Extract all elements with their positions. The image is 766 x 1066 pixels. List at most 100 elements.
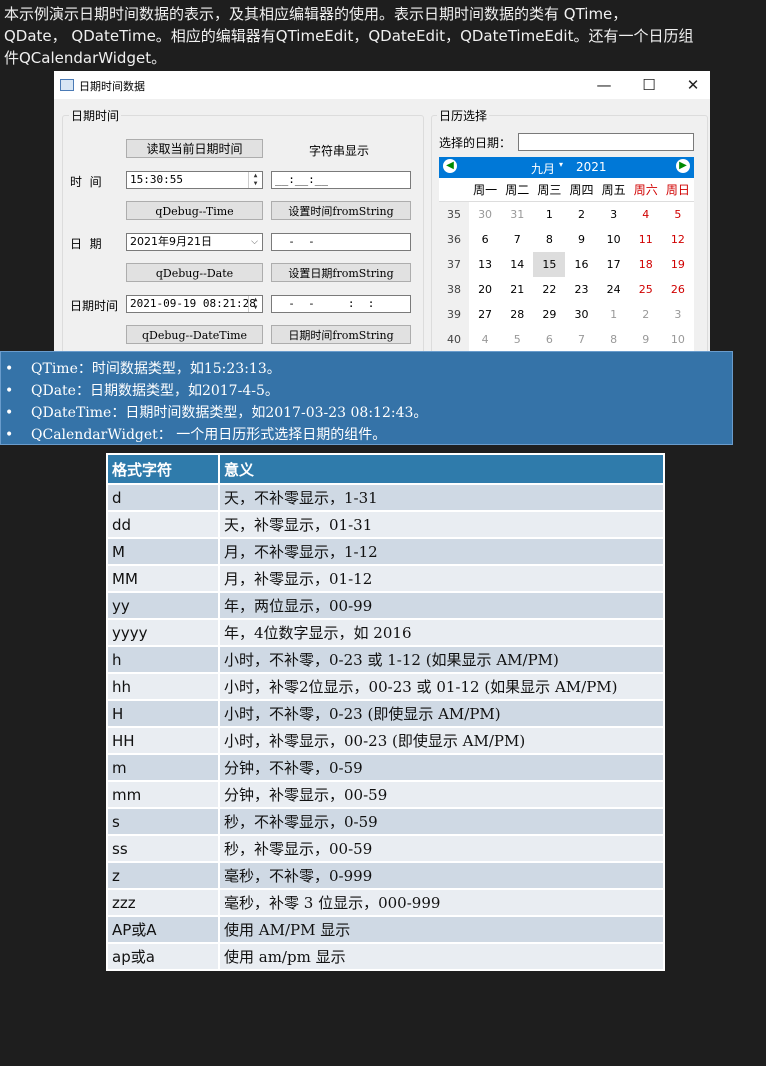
time-label: 时 间: [70, 175, 102, 189]
date-string-input[interactable]: - -: [271, 233, 411, 251]
calendar-week-row: 36 6 7 8 9 10 11 12: [439, 227, 694, 252]
meaning-cell: 分钟，补零显示，00-59: [218, 780, 665, 809]
calendar-day[interactable]: 9: [630, 327, 662, 351]
month-dropdown-icon[interactable]: ▾: [559, 160, 563, 169]
qdebug-date-button[interactable]: qDebug--Date: [126, 263, 263, 282]
calendar-day[interactable]: 24: [598, 277, 630, 302]
meaning-cell: 分钟，不补零，0-59: [218, 753, 665, 782]
qdebug-datetime-button[interactable]: qDebug--DateTime: [126, 325, 263, 344]
calendar-day[interactable]: 7: [565, 327, 597, 351]
calendar-day[interactable]: 4: [469, 327, 501, 351]
calendar-day[interactable]: 17: [598, 252, 630, 277]
calendar-year[interactable]: 2021: [576, 160, 607, 174]
chevron-down-icon[interactable]: ⌵: [251, 234, 258, 250]
close-button[interactable]: ✕: [671, 71, 710, 99]
calendar-day[interactable]: 16: [565, 252, 597, 277]
calendar-day[interactable]: 11: [630, 227, 662, 252]
weekday-header: 周二: [501, 178, 534, 202]
calendar-day[interactable]: 30: [469, 202, 501, 228]
table-row: mm 分钟，补零显示，00-59: [106, 780, 665, 809]
calendar-day[interactable]: 18: [630, 252, 662, 277]
bullet-item: • QTime：时间数据类型，如15:23:13。: [5, 361, 281, 377]
week-number-header: [439, 178, 469, 202]
calendar-day[interactable]: 13: [469, 252, 501, 277]
table-row: d 天，不补零显示，1-31: [106, 483, 665, 512]
calendar-day[interactable]: 29: [533, 302, 565, 327]
calendar-day[interactable]: 10: [662, 327, 694, 351]
calendar-day[interactable]: 3: [662, 302, 694, 327]
calendar-day[interactable]: 6: [533, 327, 565, 351]
calendar-day[interactable]: 1: [533, 202, 565, 228]
time-edit[interactable]: 15:30:55 ▲ ▼: [126, 171, 263, 189]
date-edit[interactable]: 2021年9月21日 ⌵: [126, 233, 263, 251]
calendar-day[interactable]: 31: [501, 202, 533, 228]
calendar-day[interactable]: 19: [662, 252, 694, 277]
calendar-day[interactable]: 21: [501, 277, 533, 302]
week-number: 40: [439, 327, 469, 351]
calendar-weekday-row: 周一 周二 周三 周四 周五 周六 周日: [439, 178, 694, 202]
datetime-spin-arrows-icon[interactable]: ▲ ▼: [248, 296, 262, 312]
calendar-day[interactable]: 10: [598, 227, 630, 252]
calendar-day[interactable]: 9: [565, 227, 597, 252]
arrow-right-icon[interactable]: ▶: [676, 159, 690, 173]
bullet-text: QCalendarWidget： 一个用日历形式选择日期的组件。: [31, 427, 387, 443]
calendar-day[interactable]: 2: [630, 302, 662, 327]
calendar-day[interactable]: 7: [501, 227, 533, 252]
set-date-fromstring-button[interactable]: 设置日期fromString: [271, 263, 411, 282]
meaning-cell: 毫秒，补零 3 位显示，000-999: [218, 888, 665, 917]
table-row: H 小时，不补零，0-23 (即使显示 AM/PM): [106, 699, 665, 728]
weekday-header: 周三: [533, 178, 566, 202]
intro-line-1: 本示例演示日期时间数据的表示，及其相应编辑器的使用。表示日期时间数据的类有 QT…: [4, 5, 628, 23]
weekday-header: 周日: [661, 178, 694, 202]
calendar-day[interactable]: 26: [662, 277, 694, 302]
calendar-day[interactable]: 8: [598, 327, 630, 351]
meaning-cell: 年，两位显示，00-99: [218, 591, 665, 620]
app-window-icon: [60, 79, 74, 91]
calendar-day-selected[interactable]: 15: [533, 252, 566, 277]
time-string-input[interactable]: __:__:__: [271, 171, 411, 189]
arrow-left-icon[interactable]: ◀: [443, 159, 457, 173]
bullet-text: QDateTime：日期时间数据类型，如2017-03-23 08:12:43。: [31, 405, 428, 421]
calendar-day[interactable]: 3: [598, 202, 630, 228]
calendar-day[interactable]: 8: [533, 227, 565, 252]
calendar-day[interactable]: 23: [565, 277, 597, 302]
selected-date-input[interactable]: [518, 133, 694, 151]
qdebug-time-button[interactable]: qDebug--Time: [126, 201, 263, 220]
minimize-button[interactable]: —: [582, 71, 626, 99]
calendar-day[interactable]: 2: [565, 202, 597, 228]
class-summary-panel: • QTime：时间数据类型，如15:23:13。 • QDate：日期数据类型，如…: [0, 351, 733, 445]
calendar-day[interactable]: 28: [501, 302, 533, 327]
weekday-header: 周四: [565, 178, 598, 202]
calendar-day[interactable]: 25: [630, 277, 662, 302]
table-row: M 月，不补零显示，1-12: [106, 537, 665, 566]
format-char-cell: MM: [106, 564, 220, 593]
calendar-month[interactable]: 九月: [531, 160, 555, 177]
table-row: z 毫秒，不补零，0-999: [106, 861, 665, 890]
calendar-day[interactable]: 4: [630, 202, 662, 228]
datetime-group-title: 日期时间: [69, 107, 122, 124]
calendar-day[interactable]: 5: [662, 202, 694, 228]
calendar-day[interactable]: 20: [469, 277, 501, 302]
read-current-datetime-button[interactable]: 读取当前日期时间: [126, 139, 263, 158]
meaning-cell: 月，不补零显示，1-12: [218, 537, 665, 566]
calendar-day[interactable]: 6: [469, 227, 501, 252]
format-table: 格式字符 意义 d 天，不补零显示，1-31 dd 天，补零显示，01-31 M 月，不补…: [106, 453, 665, 971]
calendar-day[interactable]: 5: [501, 327, 533, 351]
app-window: 日期时间数据 — ☐ ✕ 日期时间 读取当前日期时间 字符串显示 时 间 15:…: [54, 71, 710, 351]
calendar-day[interactable]: 22: [533, 277, 565, 302]
set-datetime-fromstring-button[interactable]: 日期时间fromString: [271, 325, 411, 344]
calendar-day[interactable]: 30: [565, 302, 597, 327]
meaning-cell: 秒，不补零显示，0-59: [218, 807, 665, 836]
datetime-string-input[interactable]: - - : :: [271, 295, 411, 313]
table-row: ss 秒，补零显示，00-59: [106, 834, 665, 863]
time-spin-arrows-icon[interactable]: ▲ ▼: [248, 172, 262, 188]
calendar-day[interactable]: 14: [501, 252, 533, 277]
week-number: 37: [439, 252, 469, 277]
set-time-fromstring-button[interactable]: 设置时间fromString: [271, 201, 411, 220]
calendar-day[interactable]: 1: [598, 302, 630, 327]
maximize-button[interactable]: ☐: [627, 71, 671, 99]
calendar-day[interactable]: 27: [469, 302, 501, 327]
datetime-edit[interactable]: 2021-09-19 08:21:28 ▲ ▼: [126, 295, 263, 313]
intro-line-3: 件QCalendarWidget。: [4, 49, 167, 67]
calendar-day[interactable]: 12: [662, 227, 694, 252]
